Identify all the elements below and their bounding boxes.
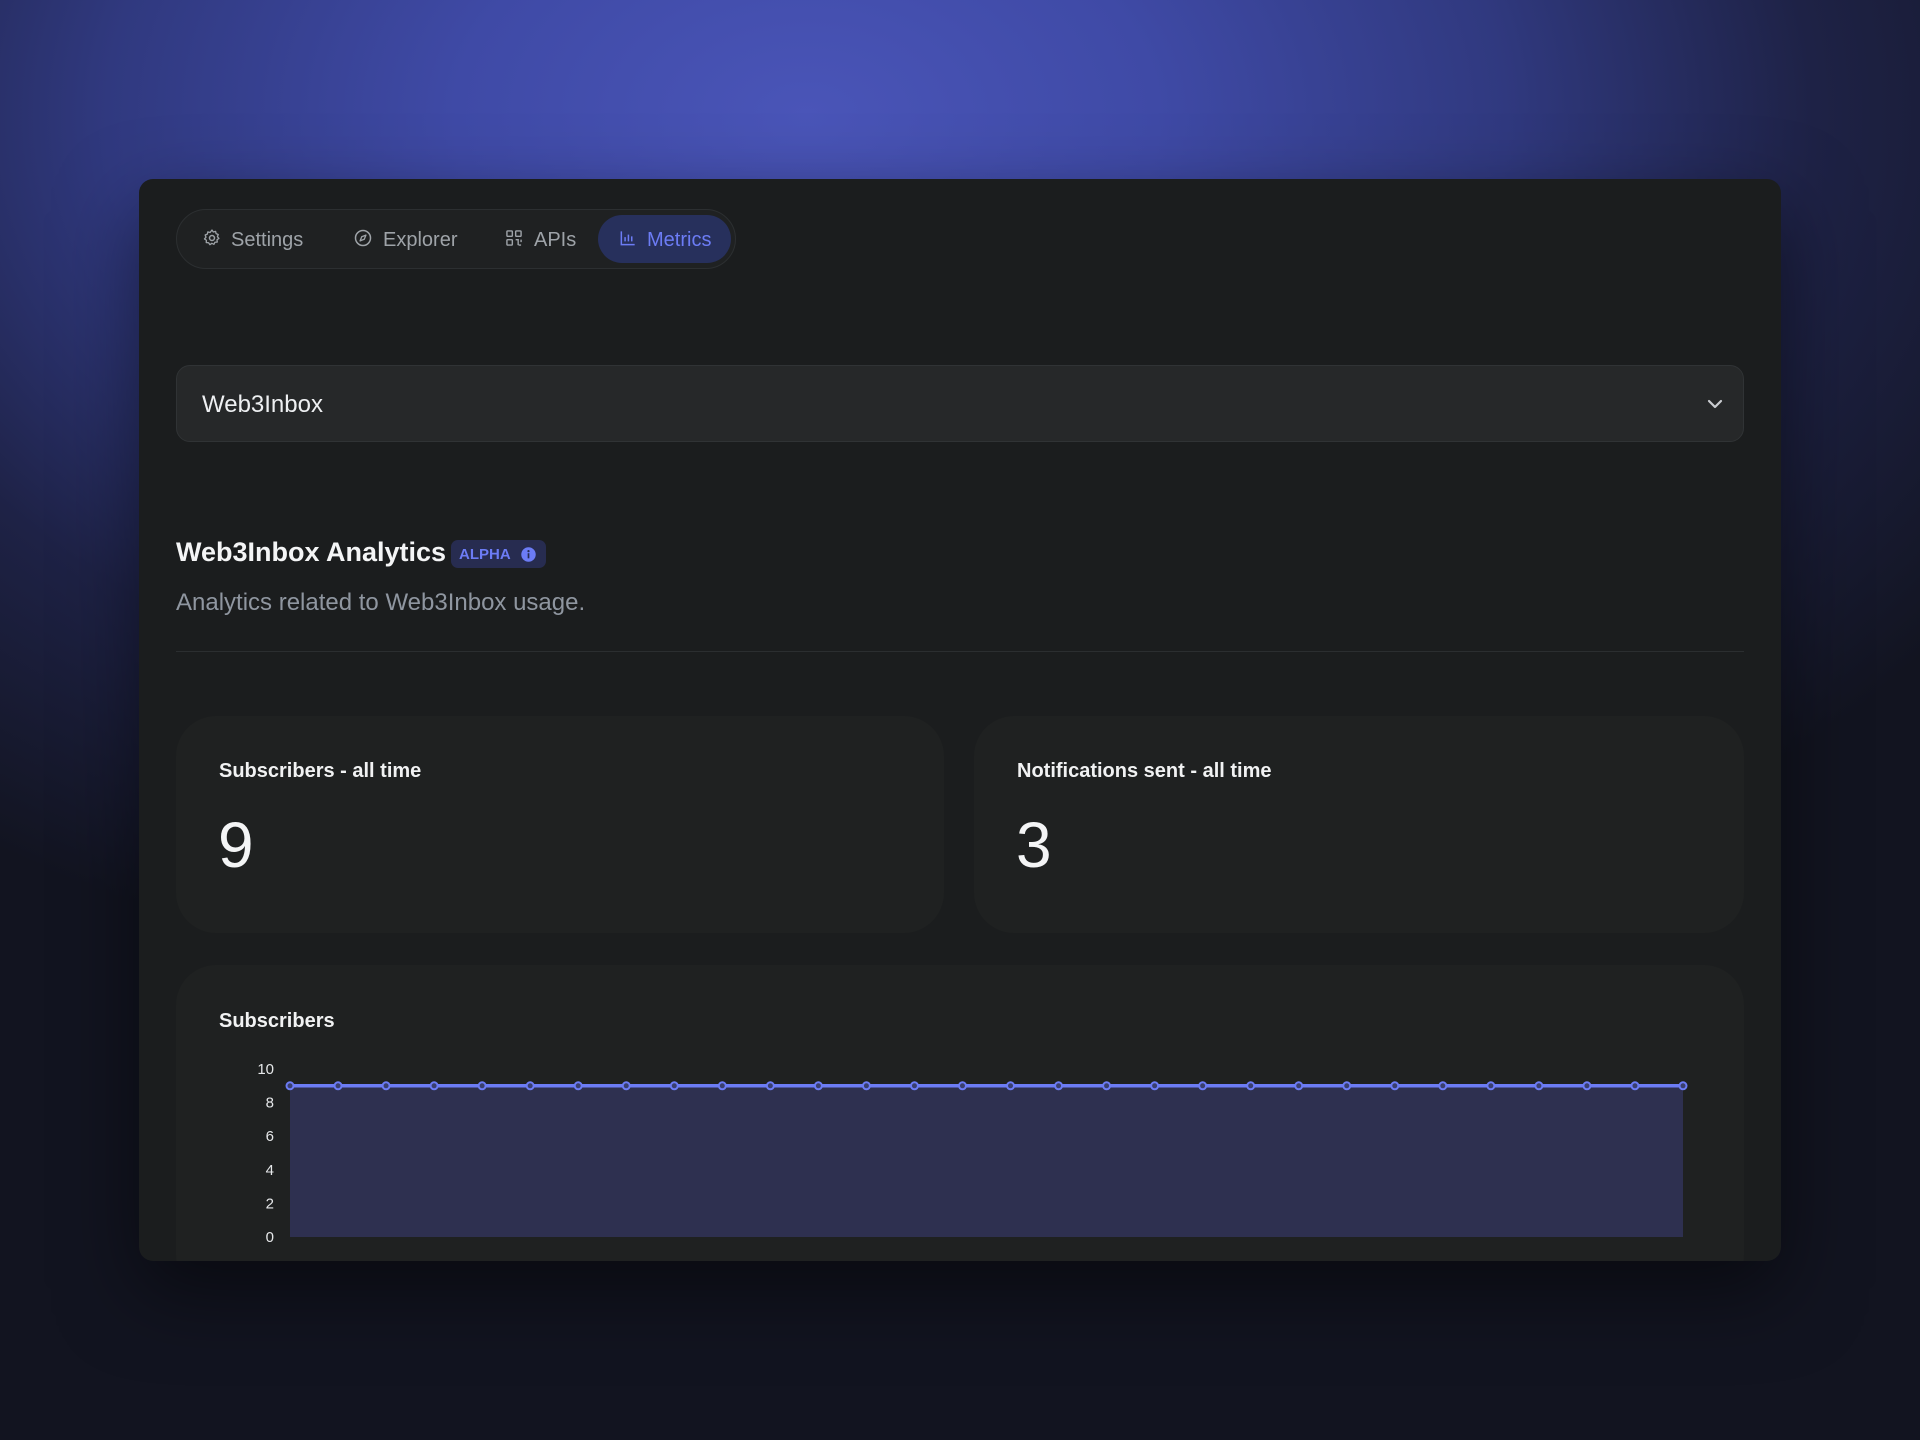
alpha-badge-label: ALPHA xyxy=(459,546,511,563)
tab-explorer[interactable]: Explorer xyxy=(340,215,470,263)
data-point[interactable] xyxy=(1630,1081,1640,1091)
area-fill xyxy=(290,1085,1683,1237)
stat-label: Notifications sent - all time xyxy=(1017,760,1272,782)
bar-chart-icon xyxy=(620,231,635,246)
data-point[interactable] xyxy=(285,1081,295,1091)
tab-metrics-label: Metrics xyxy=(647,229,712,251)
gear-icon xyxy=(203,229,220,246)
data-point[interactable] xyxy=(1486,1081,1496,1091)
project-select-value: Web3Inbox xyxy=(202,391,323,418)
info-icon[interactable] xyxy=(520,546,537,563)
section-divider xyxy=(176,651,1744,652)
data-point[interactable] xyxy=(669,1081,679,1091)
project-select[interactable]: Web3Inbox xyxy=(176,365,1744,442)
alpha-badge[interactable]: ALPHA xyxy=(451,540,546,568)
compass-icon xyxy=(354,229,372,247)
tab-apis[interactable]: APIs xyxy=(491,215,591,263)
tab-explorer-label: Explorer xyxy=(383,229,458,251)
tab-metrics[interactable]: Metrics xyxy=(598,215,731,263)
data-point[interactable] xyxy=(909,1081,919,1091)
tab-bar: Settings Explorer APIs Metrics xyxy=(176,209,736,269)
data-point[interactable] xyxy=(1342,1081,1352,1091)
api-icon xyxy=(506,230,522,246)
data-point[interactable] xyxy=(1678,1081,1688,1091)
chevron-down-icon xyxy=(1707,399,1723,409)
y-tick-label: 4 xyxy=(266,1162,274,1179)
data-point[interactable] xyxy=(573,1081,583,1091)
data-point[interactable] xyxy=(765,1081,775,1091)
data-point[interactable] xyxy=(1390,1081,1400,1091)
subscribers-chart: 10 8 6 4 2 0 xyxy=(257,1061,1688,1246)
y-tick-label: 10 xyxy=(257,1061,274,1078)
section-title: Web3Inbox Analytics xyxy=(176,537,447,567)
stat-value: 3 xyxy=(1016,809,1052,881)
data-point[interactable] xyxy=(477,1081,487,1091)
data-point[interactable] xyxy=(429,1081,439,1091)
y-tick-label: 0 xyxy=(266,1229,274,1246)
data-point[interactable] xyxy=(1054,1081,1064,1091)
data-point[interactable] xyxy=(525,1081,535,1091)
data-point[interactable] xyxy=(381,1081,391,1091)
subscribers-chart-card: Subscribers 10 8 6 4 2 0 xyxy=(176,965,1744,1261)
data-point[interactable] xyxy=(1294,1081,1304,1091)
stat-label: Subscribers - all time xyxy=(219,760,422,782)
tab-settings[interactable]: Settings xyxy=(187,215,317,263)
data-point[interactable] xyxy=(1246,1081,1256,1091)
data-point[interactable] xyxy=(1150,1081,1160,1091)
data-point[interactable] xyxy=(333,1081,343,1091)
stat-value: 9 xyxy=(218,809,254,881)
stat-card-notifications: Notifications sent - all time 3 xyxy=(974,716,1744,933)
data-point[interactable] xyxy=(861,1081,871,1091)
data-point[interactable] xyxy=(621,1081,631,1091)
y-tick-label: 6 xyxy=(266,1128,274,1145)
data-point[interactable] xyxy=(1198,1081,1208,1091)
section-subtitle: Analytics related to Web3Inbox usage. xyxy=(176,589,586,616)
tab-apis-label: APIs xyxy=(534,229,577,251)
y-tick-label: 2 xyxy=(266,1195,274,1212)
data-point[interactable] xyxy=(1582,1081,1592,1091)
tab-settings-label: Settings xyxy=(231,229,304,251)
data-point[interactable] xyxy=(1438,1081,1448,1091)
y-tick-label: 8 xyxy=(266,1095,274,1112)
metrics-panel: Settings Explorer APIs Metrics Web3Inbox… xyxy=(139,179,1781,1261)
data-point[interactable] xyxy=(1006,1081,1016,1091)
data-point[interactable] xyxy=(1534,1081,1544,1091)
data-point[interactable] xyxy=(957,1081,967,1091)
data-point[interactable] xyxy=(813,1081,823,1091)
stat-card-subscribers: Subscribers - all time 9 xyxy=(176,716,944,933)
data-point[interactable] xyxy=(1102,1081,1112,1091)
data-point[interactable] xyxy=(717,1081,727,1091)
